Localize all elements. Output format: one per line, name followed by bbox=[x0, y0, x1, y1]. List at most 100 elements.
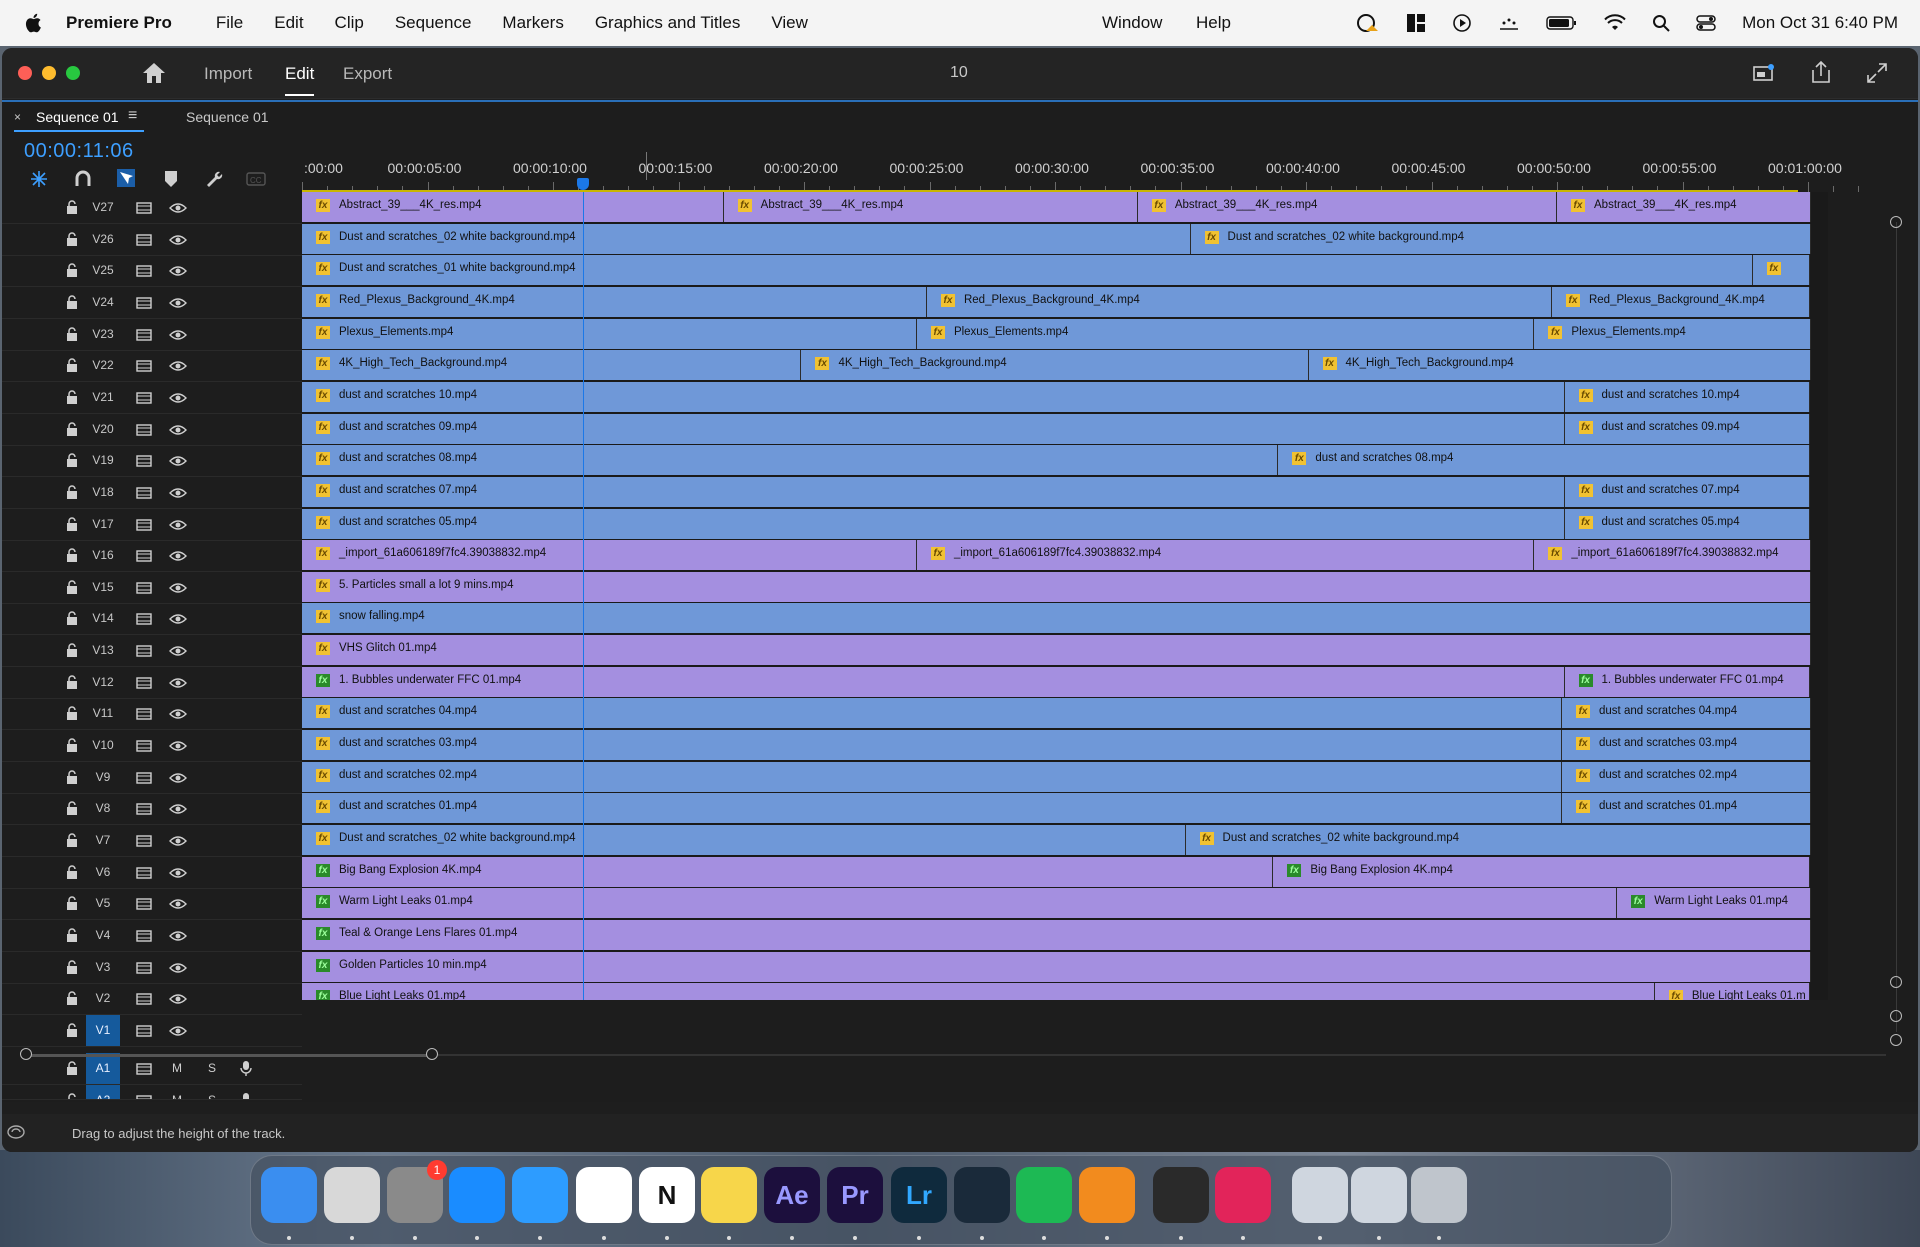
toggle-sync-lock-icon[interactable] bbox=[136, 771, 152, 789]
lock-track-icon[interactable] bbox=[66, 643, 78, 662]
track-header-v4[interactable]: V4 bbox=[2, 920, 302, 952]
lock-track-icon[interactable] bbox=[66, 833, 78, 852]
lock-track-icon[interactable] bbox=[66, 738, 78, 757]
track-name[interactable]: V2 bbox=[86, 983, 120, 1014]
horizontal-zoom-scrollbar[interactable] bbox=[20, 1048, 1890, 1062]
toggle-sync-lock-icon[interactable] bbox=[136, 391, 152, 409]
timeline-clip[interactable]: fx dust and scratches 10.mp4 bbox=[1564, 381, 1811, 412]
track-name[interactable]: V7 bbox=[86, 825, 120, 856]
toggle-sync-lock-icon[interactable] bbox=[136, 834, 152, 852]
timeline-clip[interactable]: fx Warm Light Leaks 01.mp4 bbox=[1617, 888, 1811, 919]
lock-track-icon[interactable] bbox=[66, 770, 78, 789]
track-name[interactable]: V15 bbox=[86, 572, 120, 603]
creative-cloud-status-icon[interactable] bbox=[1356, 13, 1380, 33]
dock-notion-icon[interactable]: N bbox=[639, 1167, 695, 1223]
toggle-track-output-eye-icon[interactable] bbox=[169, 771, 187, 789]
dock-launchpad-icon[interactable] bbox=[324, 1167, 380, 1223]
toggle-track-output-eye-icon[interactable] bbox=[169, 233, 187, 251]
track-name[interactable]: V25 bbox=[86, 255, 120, 286]
toggle-track-output-eye-icon[interactable] bbox=[169, 486, 187, 504]
timeline-clip[interactable]: fx Plexus_Elements.mp4 bbox=[1534, 318, 1811, 349]
playhead-line[interactable] bbox=[583, 192, 585, 1000]
toggle-sync-lock-icon[interactable] bbox=[136, 359, 152, 377]
audio-scroll-handle-top[interactable] bbox=[1890, 1010, 1902, 1022]
quick-export-icon[interactable] bbox=[1752, 63, 1776, 83]
workspace-export[interactable]: Export bbox=[343, 64, 392, 84]
timeline-clip[interactable]: fx Blue Light Leaks 01.m bbox=[1654, 983, 1811, 1000]
timeline-clip[interactable]: fx dust and scratches 09.mp4 bbox=[302, 413, 1565, 444]
menu-window[interactable]: Window bbox=[1102, 13, 1162, 33]
track-name[interactable]: V14 bbox=[86, 603, 120, 634]
timeline-clip[interactable]: fx 5. Particles small a lot 9 mins.mp4 bbox=[302, 571, 1811, 602]
timeline-clip[interactable]: fx dust and scratches 08.mp4 bbox=[1278, 445, 1811, 476]
timeline-clip[interactable]: fx Red_Plexus_Background_4K.mp4 bbox=[1551, 286, 1811, 317]
wrench-icon[interactable] bbox=[204, 168, 224, 188]
lock-track-icon[interactable] bbox=[66, 706, 78, 725]
search-icon[interactable] bbox=[1652, 14, 1670, 32]
clock[interactable]: Mon Oct 31 6:40 PM bbox=[1742, 13, 1898, 33]
activity-icon[interactable] bbox=[1498, 13, 1520, 33]
timeline-clip[interactable]: fx VHS Glitch 01.mp4 bbox=[302, 635, 1811, 666]
lock-track-icon[interactable] bbox=[66, 928, 78, 947]
lock-track-icon[interactable] bbox=[66, 991, 78, 1010]
lock-track-icon[interactable] bbox=[66, 580, 78, 599]
track-header-v3[interactable]: V3 bbox=[2, 952, 302, 984]
timeline-clip[interactable]: fx dust and scratches 10.mp4 bbox=[302, 381, 1565, 412]
dock-quicktime-icon[interactable] bbox=[1153, 1167, 1209, 1223]
timeline-clip[interactable]: fx Dust and scratches_02 white background… bbox=[302, 223, 1191, 254]
layout-icon[interactable] bbox=[1406, 13, 1426, 33]
menu-help[interactable]: Help bbox=[1196, 13, 1231, 33]
track-name[interactable]: V8 bbox=[86, 793, 120, 824]
track-header-v21[interactable]: V21 bbox=[2, 382, 302, 414]
lock-track-icon[interactable] bbox=[66, 1092, 78, 1099]
toggle-track-output-eye-icon[interactable] bbox=[169, 454, 187, 472]
toggle-sync-lock-icon[interactable] bbox=[136, 1094, 152, 1099]
lock-track-icon[interactable] bbox=[66, 675, 78, 694]
toggle-sync-lock-icon[interactable] bbox=[136, 739, 152, 757]
toggle-track-output-eye-icon[interactable] bbox=[169, 961, 187, 979]
timeline-clip[interactable]: fx Big Bang Explosion 4K.mp4 bbox=[302, 856, 1274, 887]
timeline-clip[interactable]: fx dust and scratches 05.mp4 bbox=[1564, 508, 1811, 539]
timeline-clip[interactable]: fx bbox=[1752, 255, 1811, 286]
toggle-sync-lock-icon[interactable] bbox=[136, 644, 152, 662]
dock-overcast-icon[interactable] bbox=[1079, 1167, 1135, 1223]
track-name[interactable]: V24 bbox=[86, 287, 120, 318]
timeline-tracks-area[interactable]: fx Abstract_39___4K_res.mp4 fx Abstract_39_… bbox=[302, 192, 1828, 1000]
timeline-clip[interactable]: fx Red_Plexus_Background_4K.mp4 bbox=[926, 286, 1552, 317]
timeline-clip[interactable]: fx Abstract_39___4K_res.mp4 bbox=[723, 192, 1138, 222]
track-name[interactable]: V18 bbox=[86, 477, 120, 508]
toggle-track-output-eye-icon[interactable] bbox=[169, 359, 187, 377]
lock-track-icon[interactable] bbox=[66, 611, 78, 630]
toggle-track-output-eye-icon[interactable] bbox=[169, 391, 187, 409]
toggle-sync-lock-icon[interactable] bbox=[136, 866, 152, 884]
track-name[interactable]: V17 bbox=[86, 509, 120, 540]
lock-track-icon[interactable] bbox=[66, 390, 78, 409]
track-header-v23[interactable]: V23 bbox=[2, 319, 302, 351]
toggle-sync-lock-icon[interactable] bbox=[136, 328, 152, 346]
dock-spotify-icon[interactable] bbox=[1016, 1167, 1072, 1223]
track-name[interactable]: V4 bbox=[86, 920, 120, 951]
menu-edit[interactable]: Edit bbox=[274, 13, 303, 33]
dock-davinci-resolve-icon[interactable] bbox=[954, 1167, 1010, 1223]
track-header-v12[interactable]: V12 bbox=[2, 667, 302, 699]
share-icon[interactable] bbox=[1810, 60, 1832, 84]
menu-clip[interactable]: Clip bbox=[335, 13, 364, 33]
lock-track-icon[interactable] bbox=[66, 200, 78, 219]
track-header-v20[interactable]: V20 bbox=[2, 414, 302, 446]
snap-magnet-icon[interactable] bbox=[74, 170, 92, 188]
timeline-clip[interactable]: fx 1. Bubbles underwater FFC 01.mp4 bbox=[302, 666, 1565, 697]
track-header-v24[interactable]: V24 bbox=[2, 287, 302, 319]
toggle-sync-lock-icon[interactable] bbox=[136, 802, 152, 820]
track-name[interactable]: V3 bbox=[86, 952, 120, 983]
voiceover-record-mic-icon[interactable] bbox=[240, 1092, 252, 1099]
timeline-clip[interactable]: fx Big Bang Explosion 4K.mp4 bbox=[1273, 856, 1811, 887]
mute-button[interactable]: M bbox=[172, 1093, 182, 1099]
toggle-track-output-eye-icon[interactable] bbox=[169, 866, 187, 884]
timeline-clip[interactable]: fx Dust and scratches_02 white background… bbox=[1185, 825, 1811, 855]
toggle-sync-lock-icon[interactable] bbox=[136, 264, 152, 282]
toggle-sync-lock-icon[interactable] bbox=[136, 897, 152, 915]
track-header-v17[interactable]: V17 bbox=[2, 509, 302, 541]
toggle-sync-lock-icon[interactable] bbox=[136, 201, 152, 219]
timeline-clip[interactable]: fx Red_Plexus_Background_4K.mp4 bbox=[302, 286, 927, 317]
lock-track-icon[interactable] bbox=[66, 295, 78, 314]
